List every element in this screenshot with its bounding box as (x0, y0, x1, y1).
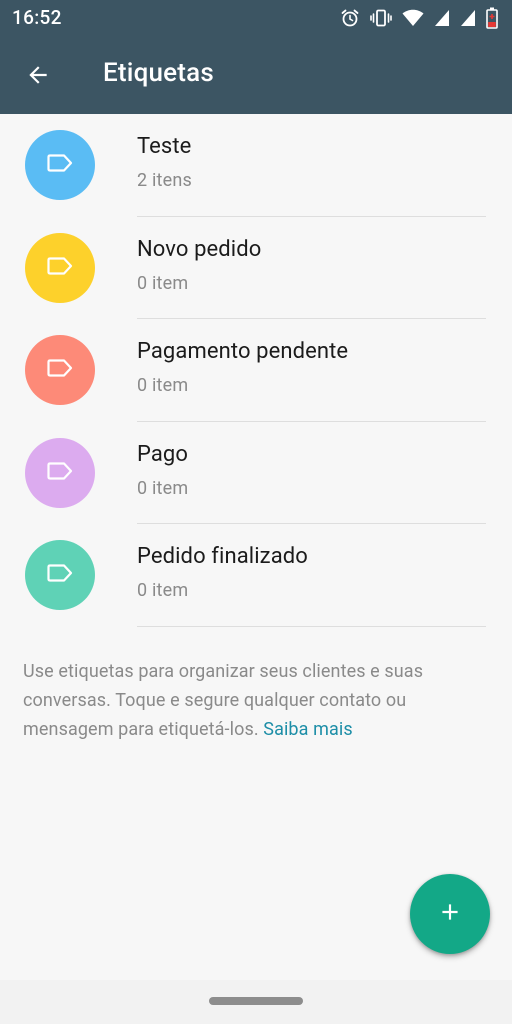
label-name: Pago (137, 441, 189, 467)
info-text: Use etiquetas para organizar seus client… (23, 657, 493, 744)
vibrate-icon (370, 8, 392, 28)
plus-icon (437, 899, 463, 929)
label-avatar (25, 335, 95, 405)
page-title: Etiquetas (103, 58, 214, 88)
signal-icon (434, 9, 450, 27)
label-tag-icon (47, 154, 73, 176)
label-row-teste[interactable]: Teste 2 itens (0, 114, 512, 217)
label-row-novo-pedido[interactable]: Novo pedido 0 item (0, 217, 512, 319)
label-tag-icon (47, 461, 73, 484)
label-avatar (25, 232, 95, 303)
label-name: Teste (137, 134, 192, 159)
label-count: 0 item (137, 375, 189, 396)
label-tag-icon (47, 256, 73, 279)
label-count: 0 item (137, 272, 189, 294)
divider (137, 625, 486, 627)
battery-low-icon (486, 7, 498, 29)
status-time: 16:52 (12, 6, 62, 29)
app-bar: Etiquetas (0, 36, 512, 114)
label-tag-icon (47, 359, 73, 381)
label-count: 2 itens (137, 170, 193, 191)
label-count: 0 item (137, 580, 189, 601)
label-avatar (25, 130, 95, 200)
status-icons (340, 7, 498, 29)
wifi-icon (402, 9, 424, 27)
label-row-pedido-finalizado[interactable]: Pedido finalizado 0 item (0, 524, 512, 627)
label-avatar (25, 437, 95, 508)
status-bar: 16:52 (0, 0, 512, 36)
info-description: Use etiquetas para organizar seus client… (23, 661, 424, 740)
arrow-back-icon (25, 62, 51, 92)
label-row-pagamento-pendente[interactable]: Pagamento pendente 0 item (0, 319, 512, 422)
label-tag-icon (47, 564, 73, 586)
navigation-bar (0, 980, 512, 1024)
new-label-button[interactable] (410, 874, 490, 954)
label-avatar (25, 540, 95, 610)
label-name: Pedido finalizado (137, 544, 308, 569)
label-name: Novo pedido (137, 236, 262, 262)
label-count: 0 item (137, 477, 189, 499)
back-button[interactable] (18, 57, 58, 97)
learn-more-link[interactable]: Saiba mais (263, 719, 352, 740)
signal-icon-2 (460, 9, 476, 27)
label-row-pago[interactable]: Pago 0 item (0, 422, 512, 524)
label-list: Teste 2 itens Novo pedido 0 item Pagamen… (0, 114, 512, 627)
alarm-icon (340, 8, 360, 28)
label-name: Pagamento pendente (137, 339, 349, 364)
home-gesture-handle[interactable] (209, 997, 303, 1005)
